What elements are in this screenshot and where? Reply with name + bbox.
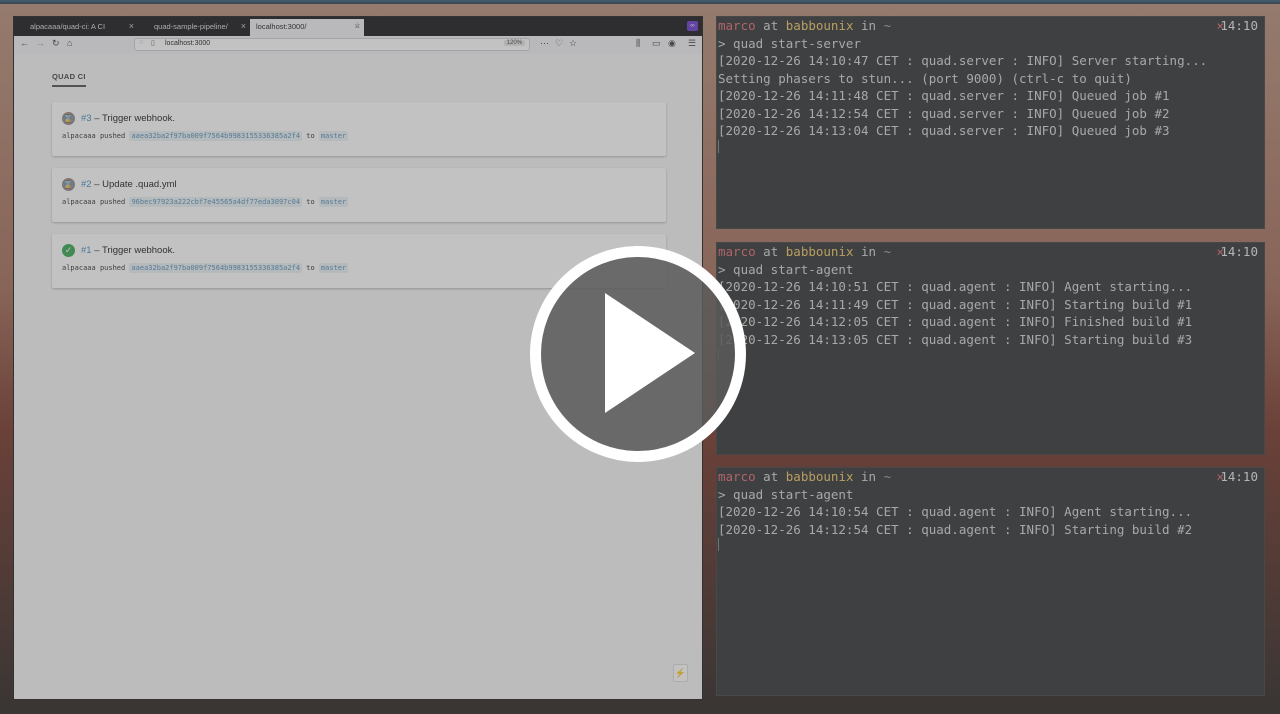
- play-button[interactable]: [530, 246, 746, 462]
- play-icon: [605, 293, 695, 413]
